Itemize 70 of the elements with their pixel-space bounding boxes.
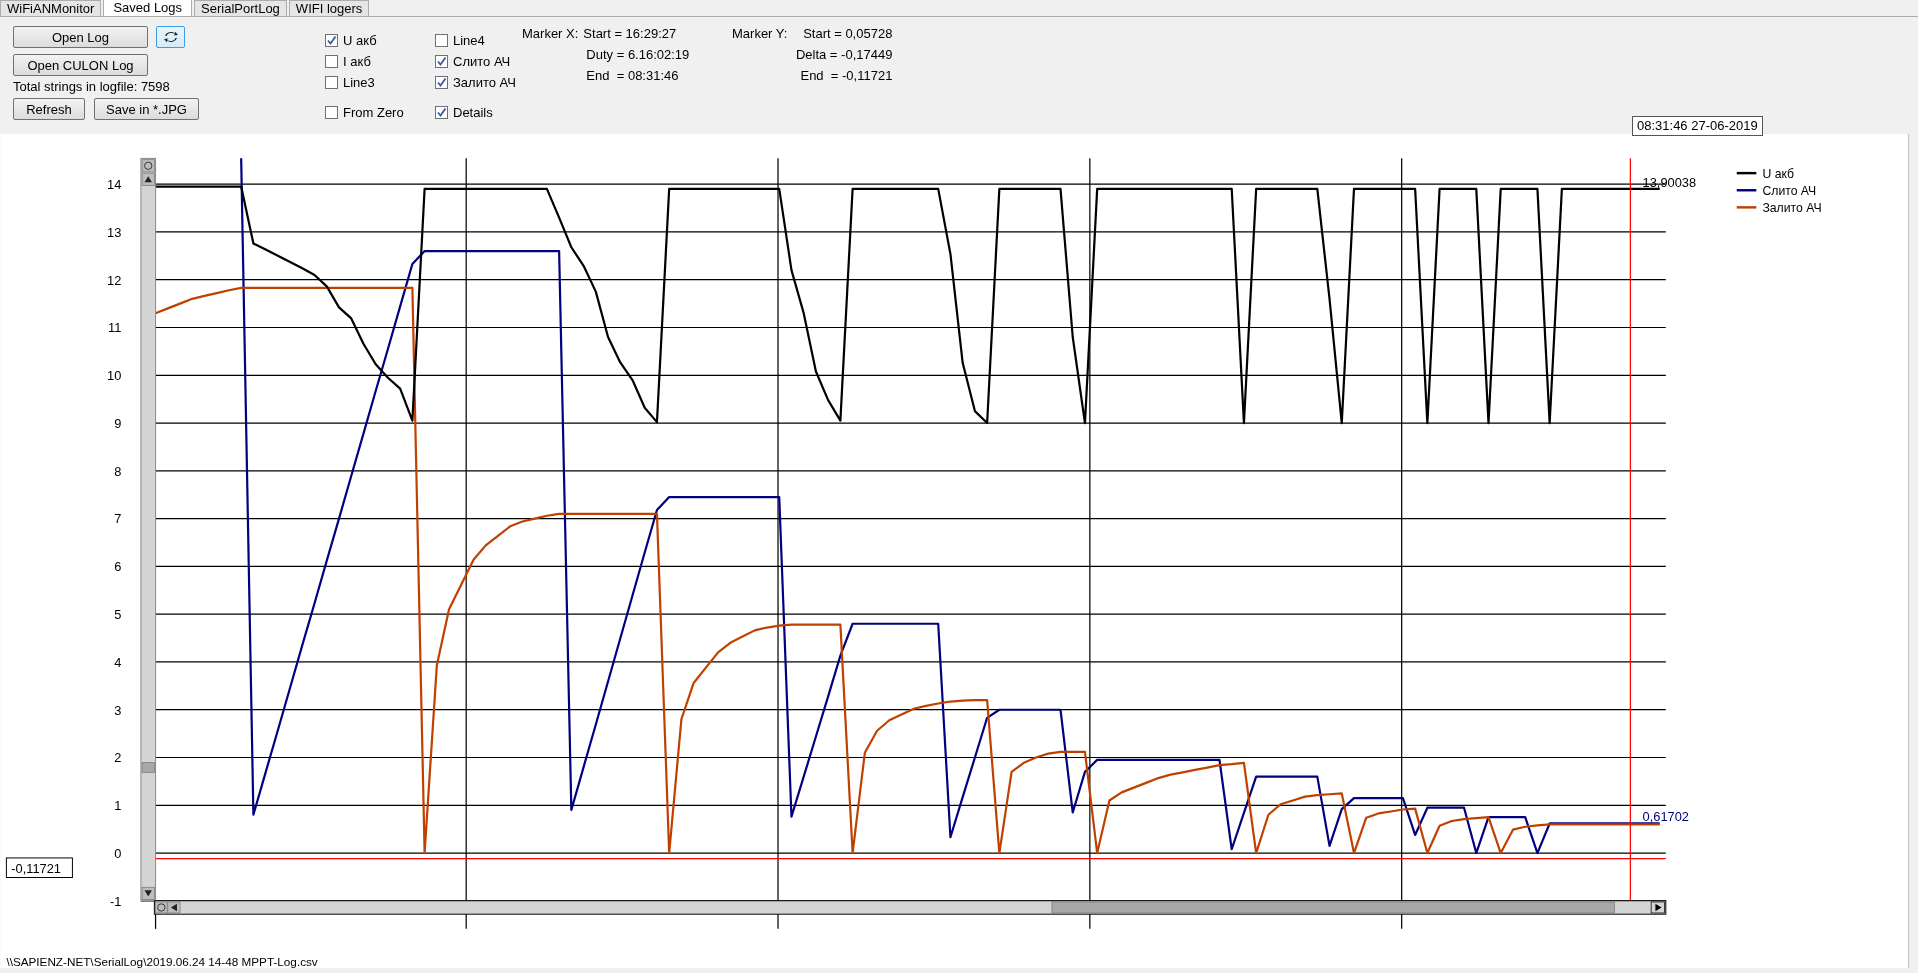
tab[interactable]: Saved Logs (103, 0, 193, 16)
checkbox[interactable] (325, 76, 338, 89)
scroll-down-icon[interactable] (141, 886, 155, 900)
checkbox-label: U акб (343, 33, 377, 48)
marker-y-label: Marker Y: (732, 26, 788, 42)
checkbox[interactable] (325, 106, 338, 119)
scroll-right-icon[interactable] (1650, 901, 1665, 914)
total-strings-text: Total strings in logfile: 7598 (13, 79, 171, 94)
marker-x-value: Duty = 6.16:02:19 (586, 47, 690, 63)
scroll-up-icon[interactable] (141, 172, 155, 186)
tab[interactable]: SerialPortLog (194, 0, 287, 16)
reload-icon (162, 30, 179, 44)
marker-y-value: Start = 0,05728 (803, 26, 893, 42)
tab[interactable]: WIFI logers (288, 0, 370, 16)
marker-x-label: Marker X: (522, 26, 579, 42)
axis-tick-label: 7 (114, 511, 122, 527)
end-value-label: 13,90038 (1642, 174, 1697, 190)
legend-label: U акб (1762, 167, 1795, 181)
checkbox[interactable] (435, 34, 448, 47)
save-jpg-button[interactable]: Save in *.JPG (94, 98, 199, 120)
checkbox[interactable] (435, 106, 448, 119)
marker-y-value: End = -0,11721 (800, 68, 893, 84)
axis-tick-label: 11 (108, 320, 122, 336)
zoom-reset-icon[interactable] (141, 159, 155, 173)
axis-tick-label: 9 (114, 415, 122, 431)
horizontal-scrollbar[interactable] (153, 900, 1667, 915)
axis-tick-label: 4 (114, 654, 122, 670)
legend-swatch (1736, 171, 1757, 175)
checkbox-label: Залито АЧ (453, 75, 516, 90)
date-time-box: 08:31:46 27-06-2019 (1632, 116, 1763, 136)
legend-label: Слито АЧ (1762, 184, 1817, 199)
axis-tick-label: 2 (114, 750, 122, 766)
checkbox-label: Line3 (343, 75, 375, 90)
scroll-left-icon[interactable] (167, 901, 181, 914)
vertical-scrollbar[interactable] (140, 157, 157, 902)
refresh-button[interactable]: Refresh (13, 98, 85, 120)
checkbox[interactable] (325, 34, 338, 47)
axis-tick-label: 13 (107, 224, 122, 240)
marker-x-value: Start = 16:29:27 (583, 26, 678, 42)
axis-tick-label: 6 (114, 559, 122, 575)
checkbox-label: From Zero (343, 105, 404, 120)
marker-y-value: Delta = -0,17449 (795, 47, 893, 63)
marker-x-value: End = 08:31:46 (586, 68, 680, 84)
cursor-value-box: -0,11721 (5, 857, 73, 878)
reload-button[interactable] (156, 26, 185, 48)
checkbox-label: Details (453, 105, 493, 120)
axis-tick-label: 0 (114, 845, 122, 861)
legend-swatch (1736, 189, 1757, 192)
checkbox-label: Line4 (453, 33, 485, 48)
open-log-button[interactable]: Open Log (13, 26, 148, 48)
axis-tick-label: 3 (114, 702, 122, 718)
zoom-reset-icon[interactable] (155, 901, 168, 914)
open-culon-log-button[interactable]: Open CULON Log (13, 54, 148, 76)
tab[interactable]: WiFiANMonitor (0, 0, 102, 16)
axis-tick-label: 1 (114, 798, 122, 814)
axis-tick-label: 12 (107, 272, 122, 288)
end-value-label: 0,61702 (1642, 809, 1689, 825)
legend-label: Залито АЧ (1762, 201, 1822, 216)
axis-tick-label: 5 (114, 607, 122, 623)
checkbox[interactable] (435, 76, 448, 89)
checkbox-label: Слито АЧ (453, 54, 511, 69)
axis-tick-label: 14 (107, 177, 122, 193)
legend-swatch (1736, 206, 1757, 209)
file-path-text: \\SAPIENZ-NET\SerialLog\2019.06.24 14-48 MPPT-Log.csv (6, 954, 318, 968)
axis-tick-label: 8 (114, 463, 122, 479)
axis-tick-label: -1 (109, 893, 122, 909)
checkbox-label: I акб (343, 54, 371, 69)
checkbox[interactable] (325, 55, 338, 68)
checkbox[interactable] (435, 55, 448, 68)
axis-tick-label: 10 (107, 368, 122, 384)
